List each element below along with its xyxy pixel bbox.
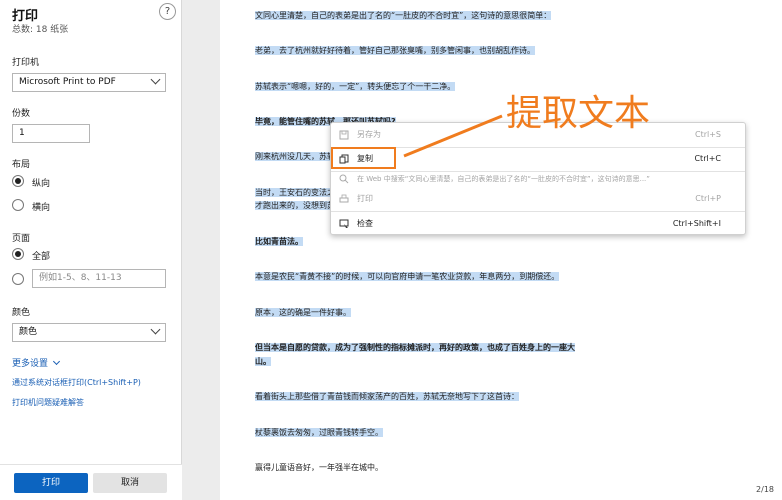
doc-line: 刚来杭州没几天，苏轼 — [255, 152, 335, 161]
radio-landscape[interactable] — [12, 199, 24, 211]
copies-input[interactable]: 1 — [12, 124, 90, 143]
help-icon[interactable]: ? — [159, 3, 176, 20]
troubleshoot-link[interactable]: 打印机问题疑难解答 — [12, 397, 84, 408]
all-pages-label: 全部 — [32, 252, 51, 262]
radio-all-pages[interactable] — [12, 248, 24, 260]
doc-line: 比如青苗法。 — [255, 237, 303, 246]
menu-item-shortcut: Ctrl+Shift+I — [672, 219, 721, 228]
doc-line: 山。 — [255, 357, 271, 366]
pages-label: 页面 — [12, 234, 31, 244]
doc-line: 老弟，去了杭州就好好待着，管好自己那张臭嘴，别多管闲事，也别胡乱作诗。 — [255, 46, 535, 55]
annotation-label: 提取文本 — [506, 93, 651, 134]
doc-line: 当时，王安石的变法之 — [255, 188, 335, 197]
cancel-button[interactable]: 取消 — [93, 473, 167, 493]
printer-select[interactable]: Microsoft Print to PDF — [12, 73, 166, 92]
doc-line: 杖藜裹饭去匆匆，过眼青钱转手空。 — [255, 428, 383, 437]
chevron-down-icon — [150, 74, 161, 85]
doc-line: 本意是农民“青黄不接”的时候，可以向官府申请一笔农业贷款，年息两分，到期偿还。 — [255, 272, 560, 281]
menu-item-shortcut: Ctrl+P — [695, 194, 721, 203]
sheet-count: 总数: 18 纸张 — [12, 25, 69, 35]
panel-footer: 打印 取消 — [0, 464, 182, 500]
doc-line: 看着街头上那些借了青苗钱而倾家荡产的百姓，苏轼无奈地写下了这首诗： — [255, 392, 519, 401]
print-preview-page: 文同心里清楚，自己的表弟是出了名的“一肚皮的不合时宜”，这句诗的意思很简单： 老… — [220, 0, 782, 500]
doc-line: 赢得儿童语音好，一年强半在城中。 — [255, 463, 383, 472]
more-settings-link[interactable]: 更多设置 — [12, 356, 60, 369]
menu-item-label: 另存为 — [357, 130, 381, 139]
printer-icon — [339, 194, 349, 203]
color-label: 颜色 — [12, 308, 31, 318]
print-panel: 打印 总数: 18 纸张 ? 打印机 Microsoft Print to PD… — [0, 0, 182, 500]
doc-line: 文同心里清楚，自己的表弟是出了名的“一肚皮的不合时宜”，这句诗的意思很简单： — [255, 11, 552, 20]
context-menu: 另存为 Ctrl+S 复制 Ctrl+C 在 Web 中搜索“文同心里清楚，自己… — [330, 122, 746, 235]
layout-label: 布局 — [12, 160, 31, 170]
copies-label: 份数 — [12, 109, 31, 119]
radio-portrait[interactable] — [12, 175, 24, 187]
chevron-down-icon — [52, 357, 60, 366]
menu-item-shortcut: Ctrl+S — [694, 130, 721, 139]
menu-item-label: 打印 — [357, 194, 373, 203]
copy-highlight-box — [331, 147, 396, 169]
inspect-icon — [339, 219, 349, 228]
menu-item-label: 检查 — [357, 219, 373, 228]
menu-divider — [331, 211, 745, 212]
radio-page-range[interactable] — [12, 273, 24, 285]
printer-label: 打印机 — [12, 58, 40, 68]
color-select[interactable]: 颜色 — [12, 323, 166, 342]
menu-item-search-web[interactable]: 在 Web 中搜索“文同心里清楚，自己的表弟是出了名的“一肚皮的不合时宜”，这句… — [331, 170, 745, 188]
doc-line: 才跑出来的，没想到苏 — [255, 201, 335, 210]
page-number: 2/18 — [756, 485, 774, 494]
system-dialog-link[interactable]: 通过系统对话框打印(Ctrl+Shift+P) — [12, 377, 141, 388]
doc-line: 苏轼表示“嗯嗯，好的，一定”，转头便忘了个一干二净。 — [255, 82, 456, 91]
print-button[interactable]: 打印 — [14, 473, 88, 493]
printer-value: Microsoft Print to PDF — [19, 77, 116, 87]
menu-item-label: 在 Web 中搜索“文同心里清楚，自己的表弟是出了名的“一肚皮的不合时宜”，这句… — [357, 175, 650, 183]
chevron-down-icon — [150, 324, 161, 335]
page-range-input[interactable]: 例如1-5、8、11-13 — [32, 269, 166, 288]
portrait-label: 纵向 — [32, 179, 51, 189]
landscape-label: 横向 — [32, 203, 51, 213]
menu-item-inspect[interactable]: 检查 Ctrl+Shift+I — [331, 215, 745, 233]
more-settings-label: 更多设置 — [12, 359, 49, 369]
doc-line: 但当本是自愿的贷款，成为了强制性的指标摊派时，再好的政策，也成了百姓身上的一座大 — [255, 343, 575, 352]
color-value: 颜色 — [19, 327, 38, 337]
search-icon — [339, 174, 349, 184]
doc-line: 原本，这的确是一件好事。 — [255, 308, 351, 317]
menu-item-shortcut: Ctrl+C — [694, 154, 721, 163]
save-icon — [339, 130, 349, 140]
menu-item-print[interactable]: 打印 Ctrl+P — [331, 190, 745, 208]
